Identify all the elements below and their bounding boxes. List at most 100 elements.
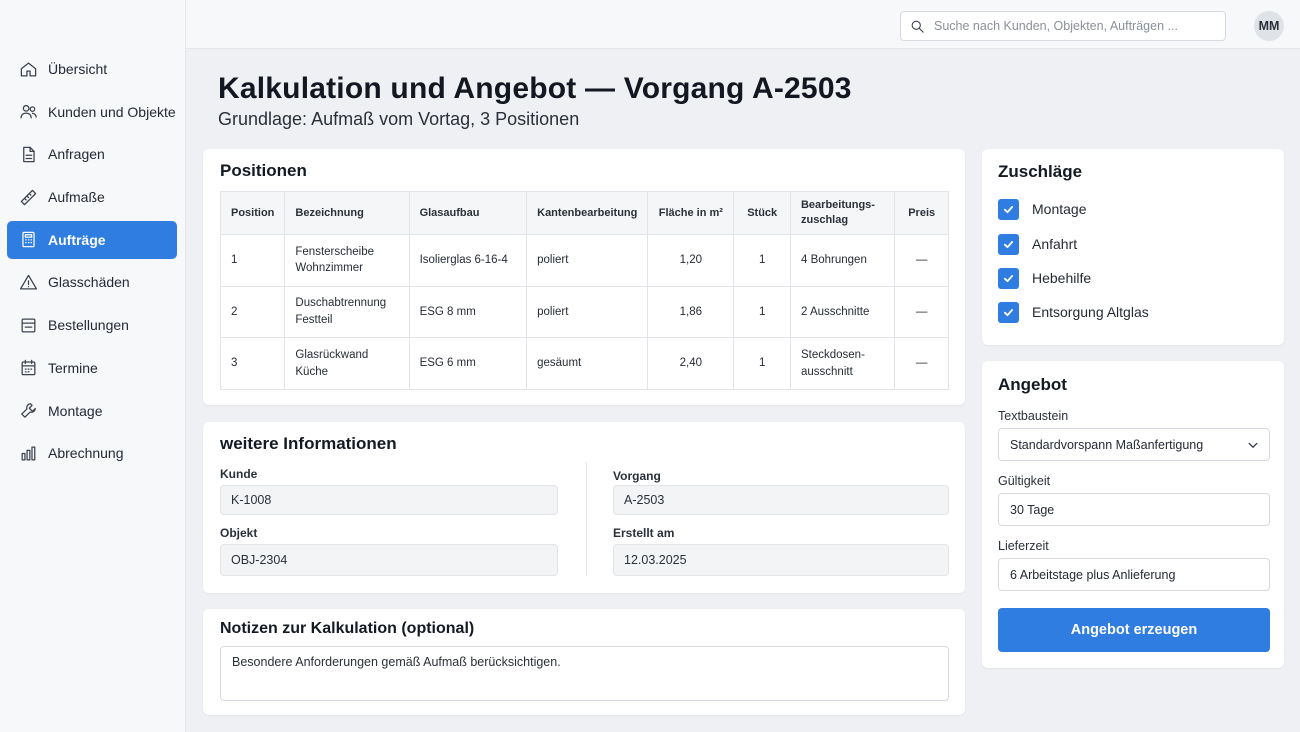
column-header-bearbeitungszuschlag[interactable]: Bearbeitungs- zuschlag xyxy=(789,191,896,235)
sidebar-item-termine[interactable]: Termine xyxy=(7,349,177,387)
sidebar-item-anfragen[interactable]: Anfragen xyxy=(7,135,177,173)
check-icon xyxy=(1003,308,1014,316)
checkbox-label: Hebehilfe xyxy=(1032,270,1092,286)
ruler-icon xyxy=(18,187,38,207)
sidebar-item-label: Anfragen xyxy=(48,146,105,163)
angebot-card: Angebot Textbaustein Standardvorspann Ma… xyxy=(982,361,1284,668)
wrench-icon xyxy=(18,401,38,421)
checkbox-checked[interactable] xyxy=(998,301,1019,323)
erstellt-field[interactable]: 12.03.2025 xyxy=(613,544,949,576)
sidebar-item-label: Glasschäden xyxy=(48,274,130,291)
objekt-field[interactable]: OBJ-2304 xyxy=(220,544,558,576)
users-icon xyxy=(18,102,38,122)
sidebar-item-glasschaeden[interactable]: Glasschäden xyxy=(7,263,177,301)
notes-card: Notizen zur Kalkulation (optional) Beson… xyxy=(203,609,965,715)
checkbox-label: Anfahrt xyxy=(1032,236,1078,252)
column-header-bezeichnung[interactable]: Bezeichnung xyxy=(284,191,410,235)
sidebar-item-kunden-und-objekte[interactable]: Kunden und Objekte xyxy=(7,93,177,131)
sidebar-item-bestellungen[interactable]: Bestellungen xyxy=(7,306,177,344)
check-icon xyxy=(1003,274,1014,282)
cell-kantenbearbeitung: poliert xyxy=(526,285,649,339)
cell-stueck: 1 xyxy=(733,337,791,391)
cell-kantenbearbeitung: poliert xyxy=(526,234,649,287)
sidebar-item-uebersicht[interactable]: Übersicht xyxy=(7,50,177,88)
vorgang-field[interactable]: A-2503 xyxy=(613,485,949,515)
textbaustein-select[interactable]: Standardvorspann Maßanfertigung xyxy=(998,428,1270,461)
sidebar-item-abrechnung[interactable]: Abrechnung xyxy=(7,434,177,472)
table-header-row: Position Bezeichnung Glasaufbau Kantenbe… xyxy=(219,191,949,235)
checkbox-hebehilfe[interactable]: Hebehilfe xyxy=(998,267,1091,289)
warning-icon xyxy=(18,272,38,292)
lieferzeit-input[interactable]: 6 Arbeitstage plus Anlieferung xyxy=(998,558,1270,591)
search-box[interactable] xyxy=(900,11,1226,41)
info-title: weitere Informationen xyxy=(220,434,397,453)
sidebar-item-label: Termine xyxy=(48,359,98,376)
cell-stueck: 1 xyxy=(733,285,791,339)
zuschlaege-title: Zuschläge xyxy=(998,162,1083,181)
zuschlaege-card: Zuschläge Montage Anfahrt Hebehilfe Ents… xyxy=(982,149,1284,345)
checkbox-montage[interactable]: Montage xyxy=(998,198,1086,220)
sidebar-item-label: Kunden und Objekte xyxy=(48,103,176,120)
positions-title: Positionen xyxy=(220,161,307,180)
cell-flaeche: 1,20 xyxy=(647,234,735,287)
sidebar-item-label: Übersicht xyxy=(48,61,108,77)
sidebar-item-label: Aufträge xyxy=(48,231,106,248)
cell-glasaufbau: Isolierglas 6-16-4 xyxy=(408,234,528,287)
positions-card: Positionen Position Bezeichnung Glasaufb… xyxy=(203,149,965,405)
table-row[interactable]: 1 Fensterscheibe Wohnzimmer Isolierglas … xyxy=(219,234,949,287)
info-divider xyxy=(586,462,587,576)
angebot-title: Angebot xyxy=(998,375,1067,394)
cell-stueck: 1 xyxy=(733,234,791,287)
bar-chart-icon xyxy=(18,443,38,463)
textbaustein-value: Standardvorspann Maßanfertigung xyxy=(1010,437,1204,452)
checkbox-label: Montage xyxy=(1032,201,1087,217)
calculator-icon xyxy=(18,230,38,250)
checkbox-entsorgung-altglas[interactable]: Entsorgung Altglas xyxy=(998,301,1149,323)
user-avatar[interactable]: MM xyxy=(1254,11,1284,41)
column-header-kantenbearbeitung[interactable]: Kantenbearbeitung xyxy=(526,191,649,235)
check-icon xyxy=(1003,240,1014,248)
checkbox-checked[interactable] xyxy=(998,233,1019,255)
checkbox-anfahrt[interactable]: Anfahrt xyxy=(998,233,1077,255)
checkbox-checked[interactable] xyxy=(998,267,1019,289)
positions-table: Position Bezeichnung Glasaufbau Kantenbe… xyxy=(219,191,949,391)
cell-preis: — xyxy=(894,285,949,339)
column-header-flaeche[interactable]: Fläche in m² xyxy=(647,191,735,235)
cell-preis: — xyxy=(894,234,949,287)
table-row[interactable]: 2 Duschabtrennung Festteil ESG 8 mm poli… xyxy=(219,285,949,339)
sidebar-item-montage[interactable]: Montage xyxy=(7,392,177,430)
checkbox-label: Entsorgung Altglas xyxy=(1032,304,1149,320)
column-header-preis[interactable]: Preis xyxy=(894,191,949,235)
cell-bearbeitungszuschlag: 2 Ausschnitte xyxy=(789,285,896,339)
gueltigkeit-input[interactable]: 30 Tage xyxy=(998,493,1270,526)
page-title: Kalkulation und Angebot — Vorgang A-2503 xyxy=(218,72,852,105)
erstellt-label: Erstellt am xyxy=(613,526,675,540)
search-input[interactable] xyxy=(934,19,1214,33)
calendar-icon xyxy=(18,358,38,378)
kunde-field[interactable]: K-1008 xyxy=(220,485,558,515)
cell-preis: — xyxy=(894,337,949,391)
sidebar-item-aufmasse[interactable]: Aufmaße xyxy=(7,178,177,216)
cell-glasaufbau: ESG 6 mm xyxy=(408,337,528,391)
kunde-label: Kunde xyxy=(220,467,258,481)
sidebar-item-auftraege[interactable]: Aufträge xyxy=(7,220,177,259)
sidebar: Übersicht Kunden und Objekte Anfragen Au… xyxy=(0,0,186,732)
notes-textarea[interactable]: Besondere Anforderungen gemäß Aufmaß ber… xyxy=(220,646,949,701)
chevron-down-icon xyxy=(1248,442,1258,448)
column-header-position[interactable]: Position xyxy=(219,191,286,235)
vorgang-label: Vorgang xyxy=(613,469,661,483)
cell-bezeichnung: Glasrückwand Küche xyxy=(284,337,410,391)
table-row[interactable]: 3 Glasrückwand Küche ESG 6 mm gesäumt 2,… xyxy=(219,337,949,391)
column-header-glasaufbau[interactable]: Glasaufbau xyxy=(408,191,528,235)
cell-kantenbearbeitung: gesäumt xyxy=(526,337,649,391)
cell-bearbeitungszuschlag: 4 Bohrungen xyxy=(789,234,896,287)
topbar: MM xyxy=(186,0,1300,49)
column-header-stueck[interactable]: Stück xyxy=(733,191,791,235)
cell-bezeichnung: Fensterscheibe Wohnzimmer xyxy=(284,234,410,287)
search-icon xyxy=(911,20,924,33)
cell-position: 3 xyxy=(219,337,286,391)
angebot-erzeugen-button[interactable]: Angebot erzeugen xyxy=(998,608,1270,652)
checkbox-checked[interactable] xyxy=(998,198,1019,220)
gueltigkeit-label: Gültigkeit xyxy=(998,474,1051,488)
cell-flaeche: 1,86 xyxy=(647,285,735,339)
